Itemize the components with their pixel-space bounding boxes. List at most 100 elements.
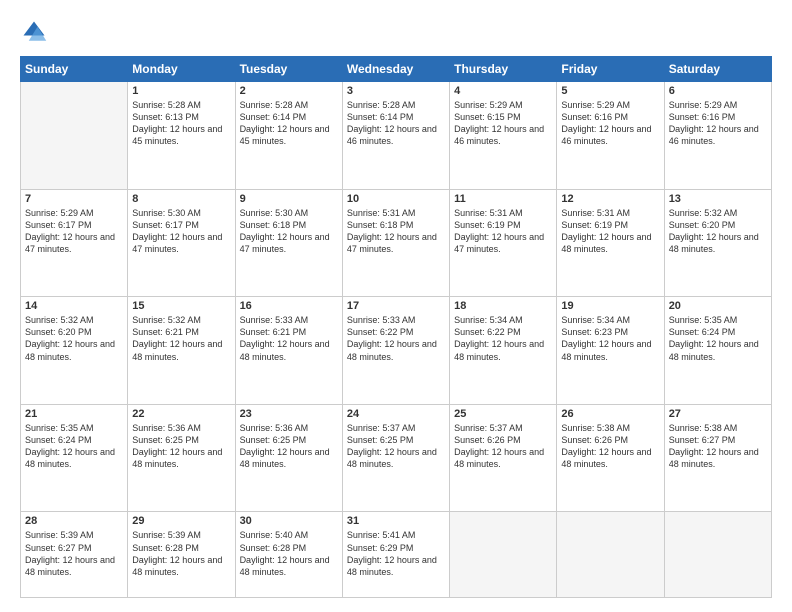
day-number: 12 (561, 193, 659, 205)
cell-info: Sunrise: 5:28 AMSunset: 6:14 PMDaylight:… (347, 99, 445, 148)
day-number: 29 (132, 515, 230, 527)
cell-info: Sunrise: 5:30 AMSunset: 6:17 PMDaylight:… (132, 207, 230, 256)
cell-info: Sunrise: 5:38 AMSunset: 6:27 PMDaylight:… (669, 422, 767, 471)
calendar-cell (450, 512, 557, 598)
page: SundayMondayTuesdayWednesdayThursdayFrid… (0, 0, 792, 612)
calendar-cell: 28 Sunrise: 5:39 AMSunset: 6:27 PMDayligh… (21, 512, 128, 598)
cell-info: Sunrise: 5:31 AMSunset: 6:19 PMDaylight:… (561, 207, 659, 256)
day-number: 24 (347, 408, 445, 420)
cell-info: Sunrise: 5:39 AMSunset: 6:28 PMDaylight:… (132, 529, 230, 578)
calendar-cell: 9 Sunrise: 5:30 AMSunset: 6:18 PMDaylight… (235, 189, 342, 297)
calendar-cell: 11 Sunrise: 5:31 AMSunset: 6:19 PMDayligh… (450, 189, 557, 297)
calendar-cell: 6 Sunrise: 5:29 AMSunset: 6:16 PMDaylight… (664, 82, 771, 190)
day-number: 30 (240, 515, 338, 527)
cell-info: Sunrise: 5:32 AMSunset: 6:21 PMDaylight:… (132, 314, 230, 363)
day-number: 20 (669, 300, 767, 312)
cell-info: Sunrise: 5:36 AMSunset: 6:25 PMDaylight:… (240, 422, 338, 471)
calendar-cell (557, 512, 664, 598)
calendar-cell: 30 Sunrise: 5:40 AMSunset: 6:28 PMDayligh… (235, 512, 342, 598)
day-header-sunday: Sunday (21, 57, 128, 82)
calendar-cell: 15 Sunrise: 5:32 AMSunset: 6:21 PMDayligh… (128, 297, 235, 405)
day-number: 6 (669, 85, 767, 97)
calendar-cell: 18 Sunrise: 5:34 AMSunset: 6:22 PMDayligh… (450, 297, 557, 405)
calendar-cell: 13Sunrise: 5:32 AMSunset: 6:20 PMDayligh… (664, 189, 771, 297)
day-number: 28 (25, 515, 123, 527)
calendar-cell: 14Sunrise: 5:32 AMSunset: 6:20 PMDayligh… (21, 297, 128, 405)
day-number: 22 (132, 408, 230, 420)
logo (20, 18, 52, 46)
day-header-tuesday: Tuesday (235, 57, 342, 82)
cell-info: Sunrise: 5:29 AMSunset: 6:16 PMDaylight:… (669, 99, 767, 148)
calendar-cell: 20 Sunrise: 5:35 AMSunset: 6:24 PMDayligh… (664, 297, 771, 405)
day-number: 31 (347, 515, 445, 527)
cell-info: Sunrise: 5:39 AMSunset: 6:27 PMDaylight:… (25, 529, 123, 578)
cell-info: Sunrise: 5:35 AMSunset: 6:24 PMDaylight:… (669, 314, 767, 363)
cell-info: Sunrise: 5:32 AMSunset: 6:20 PMDaylight:… (25, 314, 123, 363)
day-number: 11 (454, 193, 552, 205)
calendar-cell: 26 Sunrise: 5:38 AMSunset: 6:26 PMDayligh… (557, 404, 664, 512)
day-number: 9 (240, 193, 338, 205)
cell-info: Sunrise: 5:28 AMSunset: 6:14 PMDaylight:… (240, 99, 338, 148)
cell-info: Sunrise: 5:31 AMSunset: 6:18 PMDaylight:… (347, 207, 445, 256)
day-number: 27 (669, 408, 767, 420)
calendar-cell: 2 Sunrise: 5:28 AMSunset: 6:14 PMDaylight… (235, 82, 342, 190)
day-number: 15 (132, 300, 230, 312)
calendar-cell (21, 82, 128, 190)
day-header-saturday: Saturday (664, 57, 771, 82)
cell-info: Sunrise: 5:31 AMSunset: 6:19 PMDaylight:… (454, 207, 552, 256)
calendar-cell: 5Sunrise: 5:29 AMSunset: 6:16 PMDaylight… (557, 82, 664, 190)
calendar-cell: 29 Sunrise: 5:39 AMSunset: 6:28 PMDayligh… (128, 512, 235, 598)
calendar-cell: 17 Sunrise: 5:33 AMSunset: 6:22 PMDayligh… (342, 297, 449, 405)
cell-info: Sunrise: 5:34 AMSunset: 6:23 PMDaylight:… (561, 314, 659, 363)
cell-info: Sunrise: 5:41 AMSunset: 6:29 PMDaylight:… (347, 529, 445, 578)
day-number: 21 (25, 408, 123, 420)
day-number: 7 (25, 193, 123, 205)
day-number: 23 (240, 408, 338, 420)
day-number: 19 (561, 300, 659, 312)
cell-info: Sunrise: 5:33 AMSunset: 6:22 PMDaylight:… (347, 314, 445, 363)
day-number: 3 (347, 85, 445, 97)
cell-info: Sunrise: 5:29 AMSunset: 6:16 PMDaylight:… (561, 99, 659, 148)
cell-info: Sunrise: 5:28 AMSunset: 6:13 PMDaylight:… (132, 99, 230, 148)
calendar-cell: 24 Sunrise: 5:37 AMSunset: 6:25 PMDayligh… (342, 404, 449, 512)
day-number: 25 (454, 408, 552, 420)
calendar-cell (664, 512, 771, 598)
cell-info: Sunrise: 5:40 AMSunset: 6:28 PMDaylight:… (240, 529, 338, 578)
day-number: 10 (347, 193, 445, 205)
cell-info: Sunrise: 5:34 AMSunset: 6:22 PMDaylight:… (454, 314, 552, 363)
calendar-cell: 12 Sunrise: 5:31 AMSunset: 6:19 PMDayligh… (557, 189, 664, 297)
calendar-cell: 4 Sunrise: 5:29 AMSunset: 6:15 PMDaylight… (450, 82, 557, 190)
logo-icon (20, 18, 48, 46)
calendar-cell: 10 Sunrise: 5:31 AMSunset: 6:18 PMDayligh… (342, 189, 449, 297)
cell-info: Sunrise: 5:36 AMSunset: 6:25 PMDaylight:… (132, 422, 230, 471)
day-header-friday: Friday (557, 57, 664, 82)
calendar-cell: 3 Sunrise: 5:28 AMSunset: 6:14 PMDaylight… (342, 82, 449, 190)
day-number: 1 (132, 85, 230, 97)
calendar-cell: 31 Sunrise: 5:41 AMSunset: 6:29 PMDayligh… (342, 512, 449, 598)
day-number: 8 (132, 193, 230, 205)
day-number: 18 (454, 300, 552, 312)
day-number: 17 (347, 300, 445, 312)
calendar-cell: 23 Sunrise: 5:36 AMSunset: 6:25 PMDayligh… (235, 404, 342, 512)
calendar-cell: 19 Sunrise: 5:34 AMSunset: 6:23 PMDayligh… (557, 297, 664, 405)
day-header-wednesday: Wednesday (342, 57, 449, 82)
cell-info: Sunrise: 5:35 AMSunset: 6:24 PMDaylight:… (25, 422, 123, 471)
calendar-cell: 21 Sunrise: 5:35 AMSunset: 6:24 PMDayligh… (21, 404, 128, 512)
calendar-table: SundayMondayTuesdayWednesdayThursdayFrid… (20, 56, 772, 598)
day-number: 4 (454, 85, 552, 97)
calendar-cell: 8 Sunrise: 5:30 AMSunset: 6:17 PMDaylight… (128, 189, 235, 297)
day-number: 26 (561, 408, 659, 420)
cell-info: Sunrise: 5:29 AMSunset: 6:17 PMDaylight:… (25, 207, 123, 256)
calendar-cell: 1 Sunrise: 5:28 AMSunset: 6:13 PMDaylight… (128, 82, 235, 190)
cell-info: Sunrise: 5:30 AMSunset: 6:18 PMDaylight:… (240, 207, 338, 256)
cell-info: Sunrise: 5:32 AMSunset: 6:20 PMDaylight:… (669, 207, 767, 256)
calendar-cell: 22 Sunrise: 5:36 AMSunset: 6:25 PMDayligh… (128, 404, 235, 512)
cell-info: Sunrise: 5:37 AMSunset: 6:25 PMDaylight:… (347, 422, 445, 471)
calendar-cell: 25 Sunrise: 5:37 AMSunset: 6:26 PMDayligh… (450, 404, 557, 512)
day-number: 16 (240, 300, 338, 312)
day-number: 2 (240, 85, 338, 97)
cell-info: Sunrise: 5:37 AMSunset: 6:26 PMDaylight:… (454, 422, 552, 471)
calendar-cell: 27 Sunrise: 5:38 AMSunset: 6:27 PMDayligh… (664, 404, 771, 512)
cell-info: Sunrise: 5:29 AMSunset: 6:15 PMDaylight:… (454, 99, 552, 148)
cell-info: Sunrise: 5:38 AMSunset: 6:26 PMDaylight:… (561, 422, 659, 471)
